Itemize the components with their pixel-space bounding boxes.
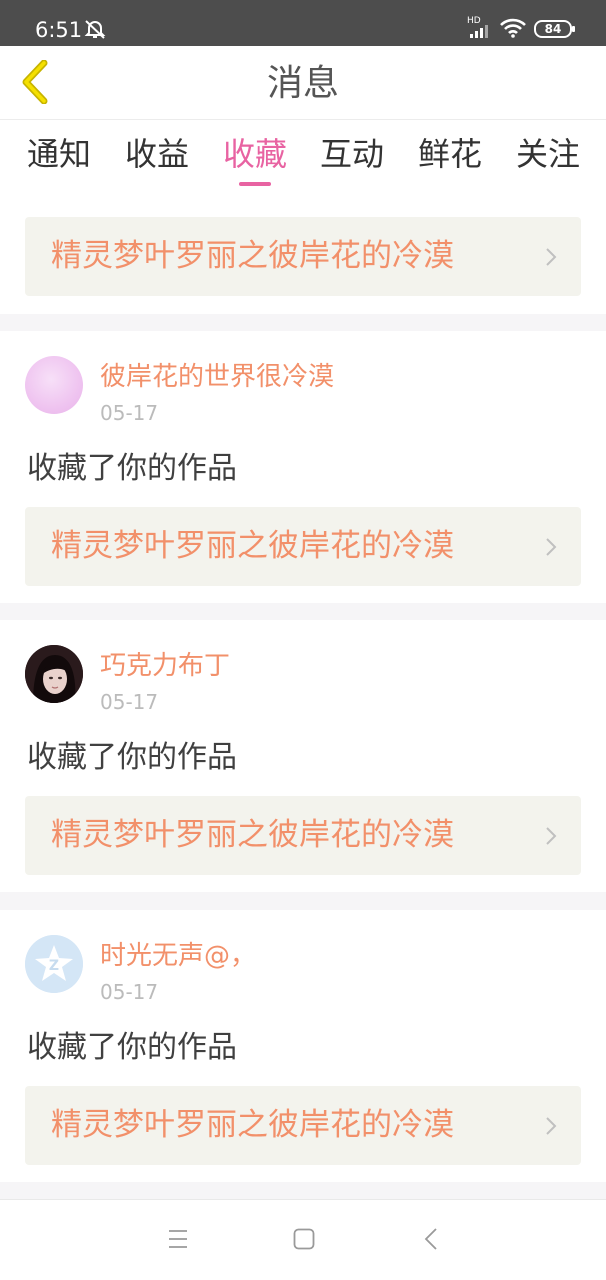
chevron-right-icon [545,826,557,850]
svg-text:Z: Z [49,958,59,974]
system-nav-bar [0,1199,606,1280]
tab-favorites[interactable]: 收藏 [215,134,295,174]
notification-action: 收藏了你的作品 [27,1030,237,1065]
notification-card: 精灵梦叶罗丽之彼岸花的冷漠 [0,190,606,314]
header: 消息 [0,46,606,120]
notification-card: 彼岸花的世界很冷漠 05-17 收藏了你的作品 精灵梦叶罗丽之彼岸花的冷漠 [0,331,606,603]
work-link[interactable]: 精灵梦叶罗丽之彼岸花的冷漠 [25,1086,581,1165]
notification-card: 巧克力布丁 05-17 收藏了你的作品 精灵梦叶罗丽之彼岸花的冷漠 [0,620,606,892]
user-name[interactable]: 巧克力布丁 [100,650,230,682]
work-title: 精灵梦叶罗丽之彼岸花的冷漠 [51,1107,454,1143]
tab-notifications[interactable]: 通知 [19,134,99,174]
status-time: 6:51 [35,18,83,42]
chevron-right-icon [545,1116,557,1140]
tab-follows[interactable]: 关注 [508,134,588,174]
work-title: 精灵梦叶罗丽之彼岸花的冷漠 [51,817,454,853]
status-bar: 6:51 HD 84 [0,0,606,46]
back-icon[interactable] [424,1228,438,1254]
avatar[interactable] [25,645,83,703]
battery-level: 84 [544,22,562,36]
notification-action: 收藏了你的作品 [27,451,237,486]
user-name[interactable]: 时光无声@， [100,940,256,972]
signal-icon [470,22,492,42]
alarm-off-icon [84,18,106,44]
home-icon[interactable] [293,1228,315,1254]
work-link[interactable]: 精灵梦叶罗丽之彼岸花的冷漠 [25,507,581,586]
tab-interactions[interactable]: 互动 [312,134,392,174]
notification-date: 05-17 [100,401,159,425]
work-title: 精灵梦叶罗丽之彼岸花的冷漠 [51,238,454,274]
tab-bar: 通知 收益 收藏 互动 鲜花 关注 [0,120,606,190]
notification-card: Z 时光无声@， 05-17 收藏了你的作品 精灵梦叶罗丽之彼岸花的冷漠 [0,910,606,1182]
work-title: 精灵梦叶罗丽之彼岸花的冷漠 [51,528,454,564]
notification-date: 05-17 [100,980,159,1004]
user-name[interactable]: 彼岸花的世界很冷漠 [100,361,334,393]
chevron-right-icon [545,537,557,561]
work-link[interactable]: 精灵梦叶罗丽之彼岸花的冷漠 [25,796,581,875]
avatar[interactable] [25,356,83,414]
page-title: 消息 [266,63,339,104]
tab-flowers[interactable]: 鲜花 [410,134,490,174]
notification-action: 收藏了你的作品 [27,740,237,775]
active-tab-indicator [239,182,271,186]
tab-earnings[interactable]: 收益 [117,134,197,174]
wifi-icon [500,18,526,42]
menu-icon[interactable] [168,1228,188,1254]
notification-date: 05-17 [100,690,159,714]
work-link[interactable]: 精灵梦叶罗丽之彼岸花的冷漠 [25,217,581,296]
avatar[interactable]: Z [25,935,83,993]
chevron-right-icon [545,247,557,271]
